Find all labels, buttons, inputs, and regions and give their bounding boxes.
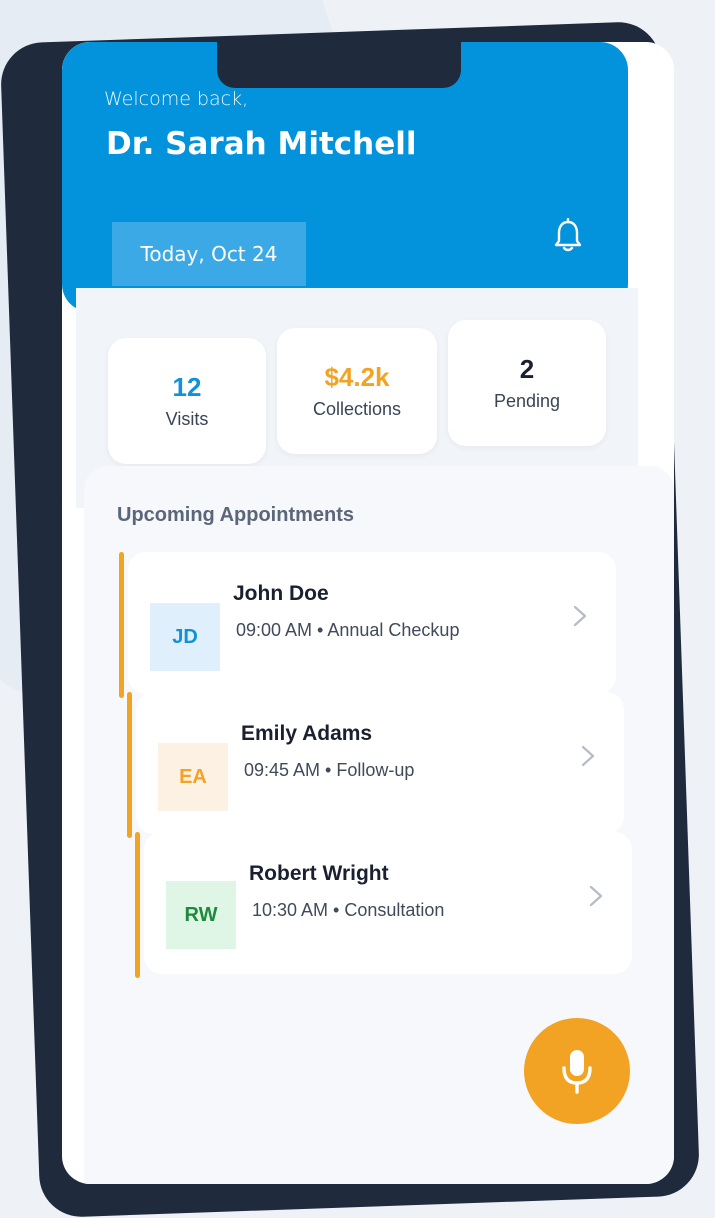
chevron-right-icon bbox=[589, 885, 603, 907]
stat-value: 12 bbox=[172, 372, 202, 402]
stat-label: Collections bbox=[312, 399, 402, 419]
avatar: RW bbox=[166, 881, 236, 949]
chevron-right-icon bbox=[581, 745, 595, 767]
stat-label: Visits bbox=[165, 409, 209, 429]
phone-notch bbox=[217, 42, 461, 88]
bell-icon[interactable] bbox=[552, 218, 584, 254]
stat-label: Pending bbox=[493, 391, 561, 411]
appointment-accent-bar bbox=[135, 832, 140, 978]
appointment-card-robert-wright[interactable]: RW Robert Wright 10:30 AM • Consultation bbox=[144, 832, 632, 974]
stat-value: 2 bbox=[519, 354, 535, 384]
doctor-name: Dr. Sarah Mitchell bbox=[106, 126, 417, 162]
appointment-card-john-doe[interactable]: JD John Doe 09:00 AM • Annual Checkup bbox=[128, 552, 616, 694]
appointment-time-detail: 09:45 AM • Follow-up bbox=[244, 760, 415, 780]
appointment-accent-bar bbox=[127, 692, 132, 838]
appointment-time-detail: 09:00 AM • Annual Checkup bbox=[236, 620, 460, 640]
patient-name: Robert Wright bbox=[249, 862, 389, 885]
stat-card-visits[interactable]: 12 Visits bbox=[108, 338, 266, 464]
appointment-accent-bar bbox=[119, 552, 124, 698]
patient-name: John Doe bbox=[233, 582, 329, 605]
avatar: JD bbox=[150, 603, 220, 671]
patient-name: Emily Adams bbox=[241, 722, 373, 745]
appointment-time-detail: 10:30 AM • Consultation bbox=[252, 900, 445, 920]
microphone-icon bbox=[562, 1050, 592, 1094]
appointment-card-emily-adams[interactable]: EA Emily Adams 09:45 AM • Follow-up bbox=[136, 692, 624, 834]
avatar: EA bbox=[158, 743, 228, 811]
stat-card-pending[interactable]: 2 Pending bbox=[448, 320, 606, 446]
app-screen: Welcome back, Dr. Sarah Mitchell Today, … bbox=[62, 42, 674, 1184]
section-title: Upcoming Appointments bbox=[117, 504, 355, 526]
date-pill[interactable]: Today, Oct 24 bbox=[112, 222, 306, 286]
chevron-right-icon bbox=[573, 605, 587, 627]
welcome-text: Welcome back, bbox=[104, 88, 249, 110]
stat-value: $4.2k bbox=[324, 362, 390, 392]
voice-record-button[interactable] bbox=[524, 1018, 630, 1124]
stat-card-collections[interactable]: $4.2k Collections bbox=[277, 328, 437, 454]
